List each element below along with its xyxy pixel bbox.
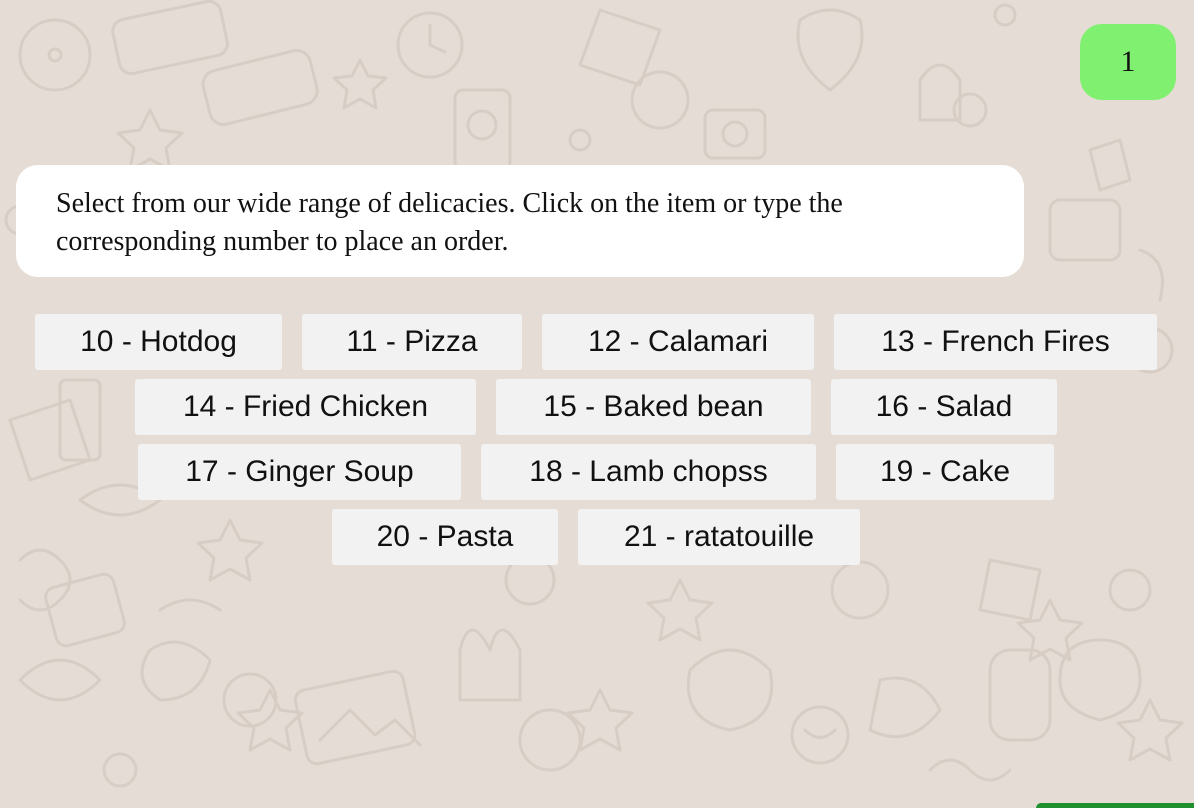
menu-item-calamari[interactable]: 12 - Calamari	[542, 314, 814, 370]
menu-row-2: 14 - Fried Chicken 15 - Baked bean 16 - …	[0, 379, 1057, 435]
partial-message-bubble	[1036, 803, 1194, 808]
sent-message-bubble: 1	[1080, 24, 1176, 100]
menu-item-fried-chicken[interactable]: 14 - Fried Chicken	[135, 379, 476, 435]
sent-message-text: 1	[1120, 45, 1136, 78]
menu-item-ginger-soup[interactable]: 17 - Ginger Soup	[138, 444, 461, 500]
menu-item-baked-bean[interactable]: 15 - Baked bean	[496, 379, 811, 435]
menu-item-cake[interactable]: 19 - Cake	[836, 444, 1054, 500]
bot-message-bubble: Select from our wide range of delicacies…	[16, 165, 1024, 277]
menu-item-lamb-chops[interactable]: 18 - Lamb chopss	[481, 444, 816, 500]
menu-row-4: 20 - Pasta 21 - ratatouille	[0, 509, 860, 565]
menu-row-3: 17 - Ginger Soup 18 - Lamb chopss 19 - C…	[0, 444, 1054, 500]
menu-row-1: 10 - Hotdog 11 - Pizza 12 - Calamari 13 …	[0, 314, 1157, 370]
menu-item-hotdog[interactable]: 10 - Hotdog	[35, 314, 282, 370]
menu-item-pasta[interactable]: 20 - Pasta	[332, 509, 558, 565]
menu-item-pizza[interactable]: 11 - Pizza	[302, 314, 522, 370]
menu-item-salad[interactable]: 16 - Salad	[831, 379, 1057, 435]
menu-item-french-fires[interactable]: 13 - French Fires	[834, 314, 1157, 370]
menu-item-ratatouille[interactable]: 21 - ratatouille	[578, 509, 860, 565]
bot-message-text: Select from our wide range of delicacies…	[56, 188, 843, 257]
